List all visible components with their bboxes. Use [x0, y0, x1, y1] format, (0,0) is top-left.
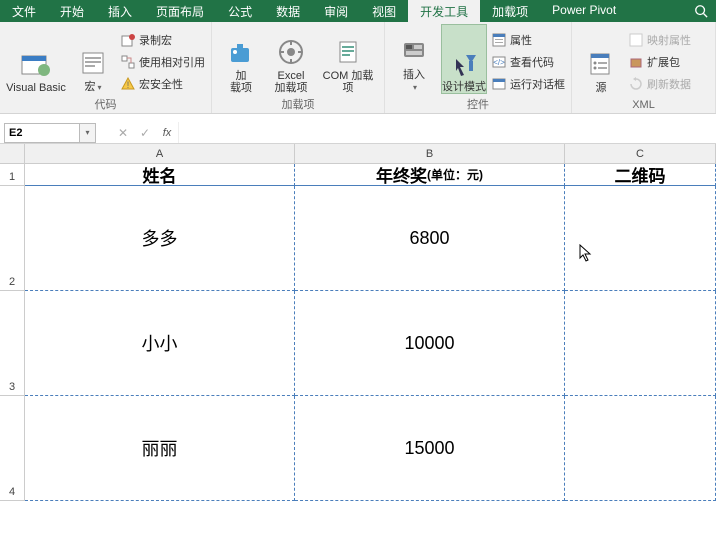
- search-icon[interactable]: [692, 2, 710, 20]
- svg-text:</>: </>: [493, 58, 505, 67]
- design-mode-button[interactable]: 设计模式: [441, 24, 487, 94]
- view-code-button[interactable]: </> 查看代码: [491, 52, 565, 72]
- chevron-down-icon: ▾: [413, 83, 417, 92]
- vb-icon: [20, 48, 52, 80]
- row-header-2[interactable]: 2: [0, 186, 25, 291]
- xml-source-icon: [585, 48, 617, 80]
- row-header-4[interactable]: 4: [0, 396, 25, 501]
- cancel-formula-button[interactable]: ✕: [112, 123, 134, 143]
- view-code-icon: </>: [491, 54, 507, 70]
- properties-icon: [491, 32, 507, 48]
- insert-control-button[interactable]: 插入▾: [391, 24, 437, 94]
- com-addins-button[interactable]: COM 加载项: [318, 24, 378, 94]
- row-header-3[interactable]: 3: [0, 291, 25, 396]
- addins-icon: [225, 36, 257, 68]
- tab-home[interactable]: 开始: [48, 0, 96, 22]
- properties-button[interactable]: 属性: [491, 30, 565, 50]
- run-dialog-icon: [491, 76, 507, 92]
- col-header-b[interactable]: B: [295, 144, 565, 163]
- group-controls: 插入▾ 设计模式 属性 </> 查看代码 运行对话框: [385, 22, 572, 113]
- cell-b4[interactable]: 15000: [295, 396, 565, 501]
- tab-addins[interactable]: 加载项: [480, 0, 540, 22]
- use-relative-button[interactable]: 使用相对引用: [120, 52, 205, 72]
- chevron-down-icon: ▾: [97, 83, 101, 92]
- tab-view[interactable]: 视图: [360, 0, 408, 22]
- macros-icon: [77, 47, 109, 79]
- com-addins-icon: [332, 36, 364, 68]
- addins-button[interactable]: 加 载项: [218, 24, 264, 94]
- map-properties-button[interactable]: 映射属性: [628, 30, 691, 50]
- map-props-icon: [628, 32, 644, 48]
- tab-data[interactable]: 数据: [264, 0, 312, 22]
- group-xml-label: XML: [578, 97, 709, 113]
- select-all-corner[interactable]: [0, 144, 25, 164]
- refresh-data-button[interactable]: 刷新数据: [628, 74, 691, 94]
- design-mode-icon: [448, 47, 480, 79]
- record-icon: [120, 32, 136, 48]
- tab-page-layout[interactable]: 页面布局: [144, 0, 216, 22]
- cell-a4[interactable]: 丽丽: [25, 396, 295, 501]
- cell-b2[interactable]: 6800: [295, 186, 565, 291]
- row-header-1[interactable]: 1: [0, 164, 25, 186]
- formula-input[interactable]: [178, 122, 716, 143]
- col-header-c[interactable]: C: [565, 144, 716, 163]
- row-headers: 1 2 3 4: [0, 164, 25, 501]
- cell-c3[interactable]: [565, 291, 716, 396]
- confirm-formula-button[interactable]: ✓: [134, 123, 156, 143]
- cell-b3[interactable]: 10000: [295, 291, 565, 396]
- relative-icon: [120, 54, 136, 70]
- ribbon: Visual Basic 宏▾ 录制宏 使用相对引用 !: [0, 22, 716, 114]
- cell-c4[interactable]: [565, 396, 716, 501]
- tab-file[interactable]: 文件: [0, 0, 48, 22]
- group-addins-label: 加载项: [218, 94, 378, 114]
- tab-review[interactable]: 审阅: [312, 0, 360, 22]
- column-headers: A B C: [25, 144, 716, 164]
- worksheet-grid[interactable]: A B C 1 2 3 4 姓名 年终奖(单位：元) 二维码 多多 6800 小…: [0, 144, 716, 501]
- cell-b1[interactable]: 年终奖(单位：元): [295, 164, 565, 186]
- excel-addins-icon: [275, 36, 307, 68]
- cell-c2[interactable]: [565, 186, 716, 291]
- fx-button[interactable]: fx: [156, 123, 178, 143]
- xml-source-button[interactable]: 源: [578, 24, 624, 94]
- formula-bar: E2 ▾ ✕ ✓ fx: [0, 122, 716, 144]
- group-code-label: 代码: [6, 94, 205, 114]
- tab-insert[interactable]: 插入: [96, 0, 144, 22]
- group-controls-label: 控件: [391, 94, 565, 114]
- svg-text:!: !: [127, 80, 130, 90]
- name-box-dropdown[interactable]: ▾: [80, 123, 96, 143]
- warning-icon: !: [120, 76, 136, 92]
- group-code: Visual Basic 宏▾ 录制宏 使用相对引用 !: [0, 22, 212, 113]
- name-box[interactable]: E2: [4, 123, 80, 143]
- expansion-pack-button[interactable]: 扩展包: [628, 52, 691, 72]
- group-addins: 加 载项 Excel 加载项 COM 加载项 加载项: [212, 22, 385, 113]
- expansion-icon: [628, 54, 644, 70]
- macro-security-button[interactable]: ! 宏安全性: [120, 74, 205, 94]
- title-bar-right: [692, 0, 716, 22]
- cell-a3[interactable]: 小小: [25, 291, 295, 396]
- cell-a1[interactable]: 姓名: [25, 164, 295, 186]
- group-xml: 源 映射属性 扩展包 刷新数据 XML: [572, 22, 716, 113]
- excel-addins-button[interactable]: Excel 加载项: [268, 24, 314, 94]
- cell-a2[interactable]: 多多: [25, 186, 295, 291]
- macros-button[interactable]: 宏▾: [70, 24, 116, 94]
- col-header-a[interactable]: A: [25, 144, 295, 163]
- tab-developer[interactable]: 开发工具: [408, 0, 480, 22]
- ribbon-tabs: 文件 开始 插入 页面布局 公式 数据 审阅 视图 开发工具 加载项 Power…: [0, 0, 716, 22]
- refresh-icon: [628, 76, 644, 92]
- visual-basic-button[interactable]: Visual Basic: [6, 24, 66, 94]
- insert-control-icon: [398, 35, 430, 67]
- tab-powerpivot[interactable]: Power Pivot: [540, 0, 628, 22]
- run-dialog-button[interactable]: 运行对话框: [491, 74, 565, 94]
- tab-formulas[interactable]: 公式: [216, 0, 264, 22]
- cell-c1[interactable]: 二维码: [565, 164, 716, 186]
- record-macro-button[interactable]: 录制宏: [120, 30, 205, 50]
